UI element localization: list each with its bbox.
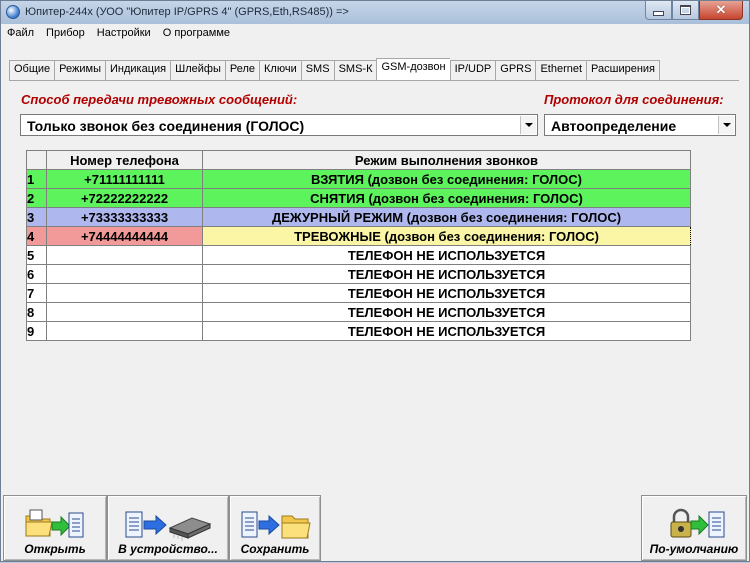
- minimize-button[interactable]: [645, 1, 672, 20]
- tab-divider: [9, 80, 739, 81]
- tab-gsm-dial[interactable]: GSM-дозвон: [376, 58, 450, 81]
- document-to-chip-icon: [125, 511, 212, 541]
- open-button-label: Открыть: [24, 542, 86, 556]
- phone-cell[interactable]: +74444444444: [46, 226, 203, 246]
- tab-general[interactable]: Общие: [9, 60, 55, 80]
- phone-cell[interactable]: [46, 264, 203, 284]
- header-index: [26, 150, 47, 170]
- row-number: 9: [26, 321, 47, 341]
- row-number: 4: [26, 226, 47, 246]
- maximize-icon: [680, 5, 691, 15]
- tab-loops[interactable]: Шлейфы: [170, 60, 225, 80]
- tab-strip: Общие Режимы Индикация Шлейфы Реле Ключи…: [9, 58, 661, 81]
- row-number: 8: [26, 302, 47, 322]
- table-row[interactable]: 2 +72222222222 СНЯТИЯ (дозвон без соедин…: [26, 188, 691, 208]
- tab-modes[interactable]: Режимы: [54, 60, 105, 80]
- chevron-down-icon: [524, 123, 533, 127]
- menu-bar: Файл Прибор Настройки О программе: [1, 24, 749, 42]
- menu-settings[interactable]: Настройки: [91, 24, 157, 42]
- transfer-method-label: Способ передачи тревожных сообщений:: [21, 92, 298, 107]
- protocol-dropdown-button[interactable]: [718, 116, 734, 134]
- menu-device[interactable]: Прибор: [40, 24, 91, 42]
- mode-cell-focused[interactable]: ТРЕВОЖНЫЕ (дозвон без соединения: ГОЛОС): [202, 226, 691, 246]
- mode-cell[interactable]: ВЗЯТИЯ (дозвон без соединения: ГОЛОС): [202, 169, 691, 189]
- header-phone[interactable]: Номер телефона: [46, 150, 203, 170]
- table-row[interactable]: 8 ТЕЛЕФОН НЕ ИСПОЛЬЗУЕТСЯ: [26, 302, 691, 322]
- tab-indication[interactable]: Индикация: [105, 60, 171, 80]
- app-icon: [6, 5, 20, 19]
- save-button-label: Сохранить: [240, 542, 310, 556]
- tab-ip-udp[interactable]: IP/UDP: [449, 60, 496, 80]
- table-row[interactable]: 5 ТЕЛЕФОН НЕ ИСПОЛЬЗУЕТСЯ: [26, 245, 691, 265]
- phone-cell[interactable]: +72222222222: [46, 188, 203, 208]
- chevron-down-icon: [722, 123, 731, 127]
- row-number: 5: [26, 245, 47, 265]
- mode-cell[interactable]: ТЕЛЕФОН НЕ ИСПОЛЬЗУЕТСЯ: [202, 283, 691, 303]
- close-button[interactable]: ✕: [699, 1, 743, 20]
- mode-cell[interactable]: ТЕЛЕФОН НЕ ИСПОЛЬЗУЕТСЯ: [202, 302, 691, 322]
- save-button[interactable]: Сохранить: [229, 495, 321, 561]
- to-device-button[interactable]: В устройство...: [107, 495, 229, 561]
- lock-to-document-icon: [670, 508, 725, 538]
- folder-to-document-icon: [25, 509, 84, 538]
- phone-cell[interactable]: [46, 321, 203, 341]
- row-number: 2: [26, 188, 47, 208]
- phone-cell[interactable]: [46, 283, 203, 303]
- maximize-button[interactable]: [672, 1, 699, 20]
- title-bar[interactable]: Юпитер-244x (УОО "Юпитер IP/GPRS 4" (GPR…: [1, 1, 749, 25]
- phone-cell[interactable]: [46, 245, 203, 265]
- protocol-select[interactable]: Автоопределение: [544, 114, 736, 136]
- table-row[interactable]: 6 ТЕЛЕФОН НЕ ИСПОЛЬЗУЕТСЯ: [26, 264, 691, 284]
- table-row[interactable]: 9 ТЕЛЕФОН НЕ ИСПОЛЬЗУЕТСЯ: [26, 321, 691, 341]
- header-mode[interactable]: Режим выполнения звонков: [202, 150, 691, 170]
- defaults-button-label: По-умолчанию: [649, 542, 739, 556]
- row-number: 7: [26, 283, 47, 303]
- phone-cell[interactable]: +73333333333: [46, 207, 203, 227]
- row-number: 1: [26, 169, 47, 189]
- menu-file[interactable]: Файл: [1, 24, 40, 42]
- transfer-method-select[interactable]: Только звонок без соединения (ГОЛОС): [20, 114, 538, 136]
- mode-cell[interactable]: ТЕЛЕФОН НЕ ИСПОЛЬЗУЕТСЯ: [202, 245, 691, 265]
- tab-extensions[interactable]: Расширения: [586, 60, 661, 80]
- row-number: 3: [26, 207, 47, 227]
- bottom-toolbar: Открыть В устройство... Сохранить По-умо…: [1, 495, 749, 563]
- table-header-row: Номер телефона Режим выполнения звонков: [26, 150, 691, 170]
- protocol-value: Автоопределение: [551, 118, 677, 134]
- transfer-method-value: Только звонок без соединения (ГОЛОС): [27, 118, 305, 134]
- open-button[interactable]: Открыть: [3, 495, 107, 561]
- mode-cell[interactable]: ТЕЛЕФОН НЕ ИСПОЛЬЗУЕТСЯ: [202, 264, 691, 284]
- table-row[interactable]: 1 +71111111111 ВЗЯТИЯ (дозвон без соедин…: [26, 169, 691, 189]
- minimize-icon: [653, 10, 664, 16]
- menu-about[interactable]: О программе: [157, 24, 236, 42]
- row-number: 6: [26, 264, 47, 284]
- to-device-button-label: В устройство...: [118, 542, 218, 556]
- close-icon: ✕: [715, 2, 727, 17]
- transfer-method-dropdown-button[interactable]: [520, 116, 536, 134]
- phone-cell[interactable]: +71111111111: [46, 169, 203, 189]
- mode-cell[interactable]: ТЕЛЕФОН НЕ ИСПОЛЬЗУЕТСЯ: [202, 321, 691, 341]
- phone-cell[interactable]: [46, 302, 203, 322]
- phone-table: Номер телефона Режим выполнения звонков …: [26, 150, 691, 341]
- tab-ethernet[interactable]: Ethernet: [535, 60, 587, 80]
- tab-relay[interactable]: Реле: [224, 60, 259, 80]
- tab-keys[interactable]: Ключи: [259, 60, 301, 80]
- tab-sms-k[interactable]: SMS-К: [333, 60, 377, 80]
- table-row[interactable]: 7 ТЕЛЕФОН НЕ ИСПОЛЬЗУЕТСЯ: [26, 283, 691, 303]
- protocol-label: Протокол для соединения:: [544, 92, 724, 107]
- defaults-button[interactable]: По-умолчанию: [641, 495, 747, 561]
- table-row-selected[interactable]: 4 +74444444444 ТРЕВОЖНЫЕ (дозвон без сое…: [26, 226, 691, 246]
- app-window: Юпитер-244x (УОО "Юпитер IP/GPRS 4" (GPR…: [0, 0, 750, 562]
- window-controls: ✕: [645, 1, 743, 21]
- mode-cell[interactable]: ДЕЖУРНЫЙ РЕЖИМ (дозвон без соединения: Г…: [202, 207, 691, 227]
- window-title: Юпитер-244x (УОО "Юпитер IP/GPRS 4" (GPR…: [25, 6, 349, 18]
- tab-gprs[interactable]: GPRS: [495, 60, 536, 80]
- tab-sms[interactable]: SMS: [300, 60, 334, 80]
- table-row[interactable]: 3 +73333333333 ДЕЖУРНЫЙ РЕЖИМ (дозвон бе…: [26, 207, 691, 227]
- mode-cell[interactable]: СНЯТИЯ (дозвон без соединения: ГОЛОС): [202, 188, 691, 208]
- document-to-folder-icon: [241, 511, 311, 539]
